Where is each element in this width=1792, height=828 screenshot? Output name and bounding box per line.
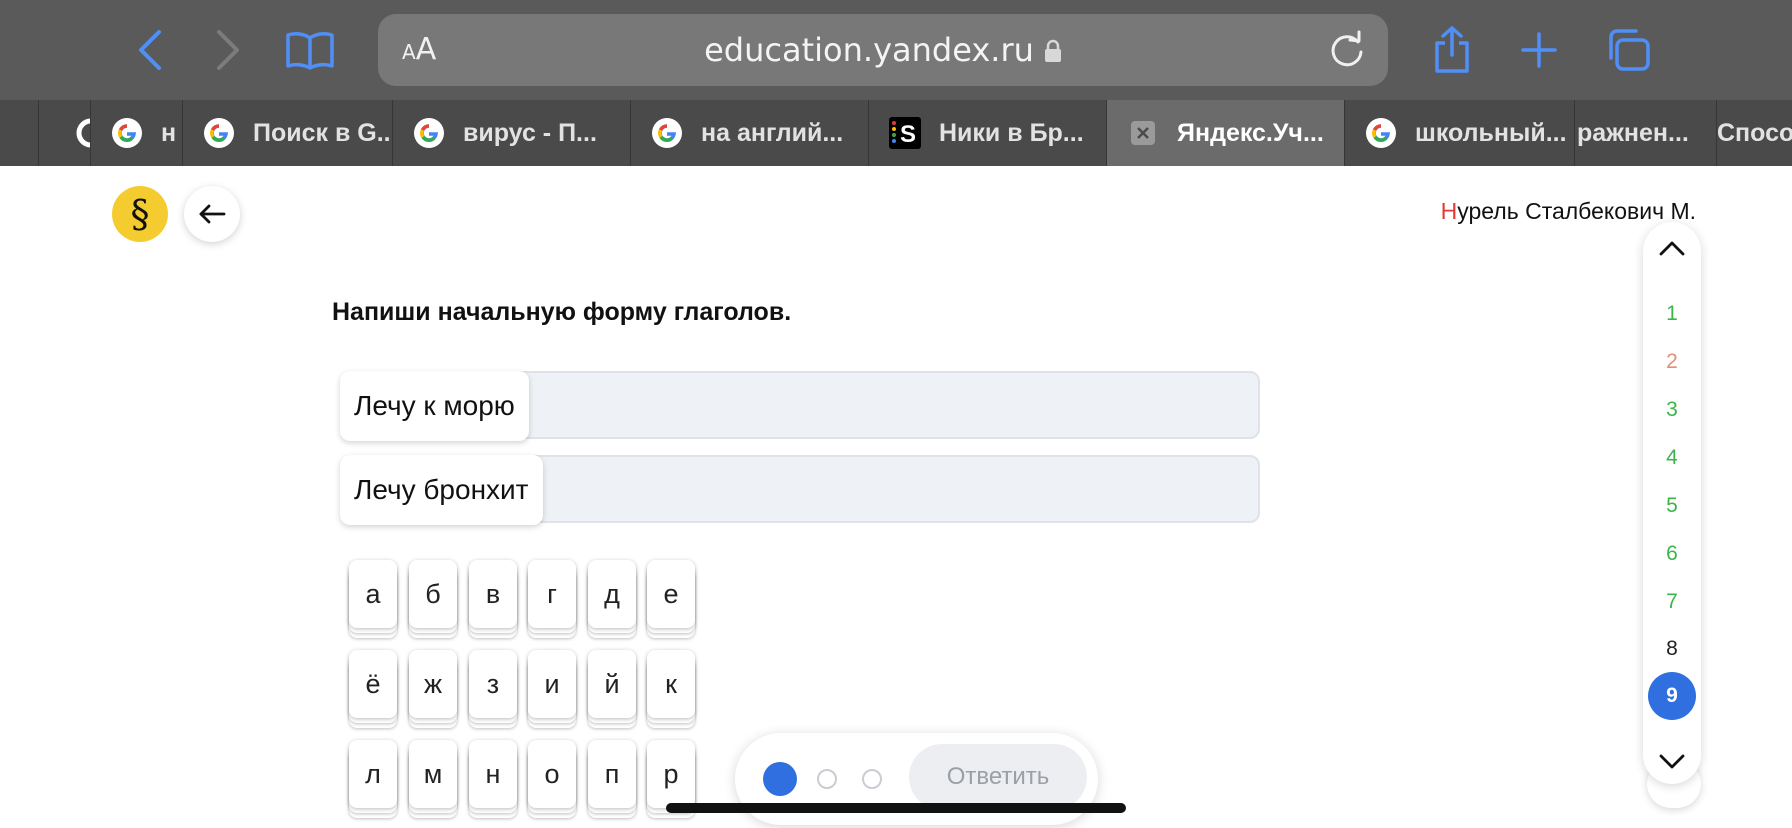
- letter-key[interactable]: в: [469, 560, 517, 640]
- address-bar[interactable]: AA education.yandex.ru: [378, 14, 1388, 86]
- submit-answer-button[interactable]: Ответить: [909, 744, 1087, 810]
- yandex-education-logo[interactable]: §: [112, 186, 168, 242]
- s-icon: S: [889, 117, 921, 149]
- task-title: Напиши начальную форму глаголов.: [332, 298, 792, 326]
- letter-key[interactable]: г: [528, 560, 576, 640]
- tab-0[interactable]: [0, 100, 38, 166]
- question-7[interactable]: 7: [1643, 590, 1701, 614]
- question-3[interactable]: 3: [1643, 398, 1701, 422]
- google-icon: [651, 117, 683, 149]
- letter-key[interactable]: а: [349, 560, 397, 640]
- letter-key[interactable]: м: [409, 740, 457, 820]
- tab-9[interactable]: ражнен...: [1574, 100, 1716, 166]
- google-icon: [75, 117, 90, 149]
- question-8[interactable]: 8: [1643, 637, 1701, 661]
- chevron-right-icon: [217, 30, 239, 70]
- tab-1[interactable]: [38, 100, 90, 166]
- tab-6[interactable]: S Ники в Бр...: [868, 100, 1106, 166]
- plus-icon: [1521, 32, 1557, 68]
- question-nav: 1 2 3 4 5 6 7 8 9: [1643, 222, 1701, 784]
- book-icon: [286, 32, 334, 70]
- share-icon: [1435, 26, 1469, 73]
- tabs-overview-button[interactable]: [1604, 20, 1652, 80]
- reload-icon: [1331, 30, 1363, 67]
- tab-3[interactable]: Поиск в G...: [182, 100, 392, 166]
- progress-dot-1: [763, 762, 797, 796]
- chevron-down-icon: [1659, 754, 1685, 769]
- tab-7-active[interactable]: Яндекс.Уч...: [1106, 100, 1344, 166]
- letter-key[interactable]: е: [647, 560, 695, 640]
- forward-nav-button[interactable]: [206, 20, 250, 80]
- letter-key[interactable]: л: [349, 740, 397, 820]
- lock-icon: [1044, 33, 1062, 71]
- letter-key[interactable]: д: [588, 560, 636, 640]
- letter-key[interactable]: ж: [409, 650, 457, 730]
- answer-row-2: Лечу бронхит: [340, 455, 1260, 525]
- answer-input-2[interactable]: [570, 457, 1258, 521]
- question-1[interactable]: 1: [1643, 302, 1701, 326]
- letter-key[interactable]: о: [528, 740, 576, 820]
- url-text[interactable]: education.yandex.ru: [378, 31, 1388, 71]
- question-4[interactable]: 4: [1643, 446, 1701, 470]
- chevron-left-icon: [139, 30, 161, 70]
- chevron-up-icon: [1659, 241, 1685, 256]
- new-tab-button[interactable]: [1518, 20, 1560, 80]
- scroll-down-button[interactable]: [1643, 742, 1701, 782]
- browser-toolbar: AA education.yandex.ru: [0, 0, 1792, 100]
- back-button[interactable]: [184, 186, 240, 242]
- share-button[interactable]: [1430, 20, 1474, 80]
- google-icon: [413, 117, 445, 149]
- tab-10[interactable]: Способ: [1716, 100, 1792, 166]
- question-5[interactable]: 5: [1643, 494, 1701, 518]
- answer-input-1[interactable]: [558, 373, 1258, 437]
- question-9-current[interactable]: 9: [1648, 672, 1696, 720]
- verb-label: Лечу бронхит: [340, 455, 543, 525]
- progress-dot-3: [862, 769, 882, 789]
- close-icon[interactable]: [1127, 117, 1159, 149]
- back-nav-button[interactable]: [128, 20, 172, 80]
- scroll-up-button[interactable]: [1643, 228, 1701, 268]
- google-icon: [203, 117, 235, 149]
- arrow-left-icon: [199, 204, 226, 224]
- letter-key[interactable]: й: [588, 650, 636, 730]
- reload-button[interactable]: [1328, 30, 1366, 74]
- letter-key[interactable]: б: [409, 560, 457, 640]
- google-icon: [1365, 117, 1397, 149]
- progress-dot-2: [817, 769, 837, 789]
- tab-bar: н Поиск в G... вирус - П... на англий...…: [0, 100, 1792, 166]
- user-name[interactable]: Нурель Сталбекович М.: [1441, 198, 1696, 225]
- letter-key[interactable]: п: [588, 740, 636, 820]
- verb-label: Лечу к морю: [340, 371, 529, 441]
- letter-key[interactable]: з: [469, 650, 517, 730]
- letter-key[interactable]: к: [647, 650, 695, 730]
- question-2[interactable]: 2: [1643, 350, 1701, 374]
- tab-8[interactable]: школьный...: [1344, 100, 1574, 166]
- question-6[interactable]: 6: [1643, 542, 1701, 566]
- tab-4[interactable]: вирус - П...: [392, 100, 630, 166]
- tab-2[interactable]: н: [90, 100, 182, 166]
- home-indicator[interactable]: [666, 803, 1126, 813]
- letter-key[interactable]: и: [528, 650, 576, 730]
- letter-key[interactable]: н: [469, 740, 517, 820]
- letter-key[interactable]: ё: [349, 650, 397, 730]
- paragraph-icon: §: [130, 192, 150, 236]
- google-icon: [111, 117, 143, 149]
- svg-text:S: S: [900, 121, 916, 148]
- tabs-icon: [1609, 29, 1650, 71]
- tab-5[interactable]: на англий...: [630, 100, 868, 166]
- answer-row-1: Лечу к морю: [340, 371, 1260, 441]
- bookmarks-button[interactable]: [282, 20, 338, 80]
